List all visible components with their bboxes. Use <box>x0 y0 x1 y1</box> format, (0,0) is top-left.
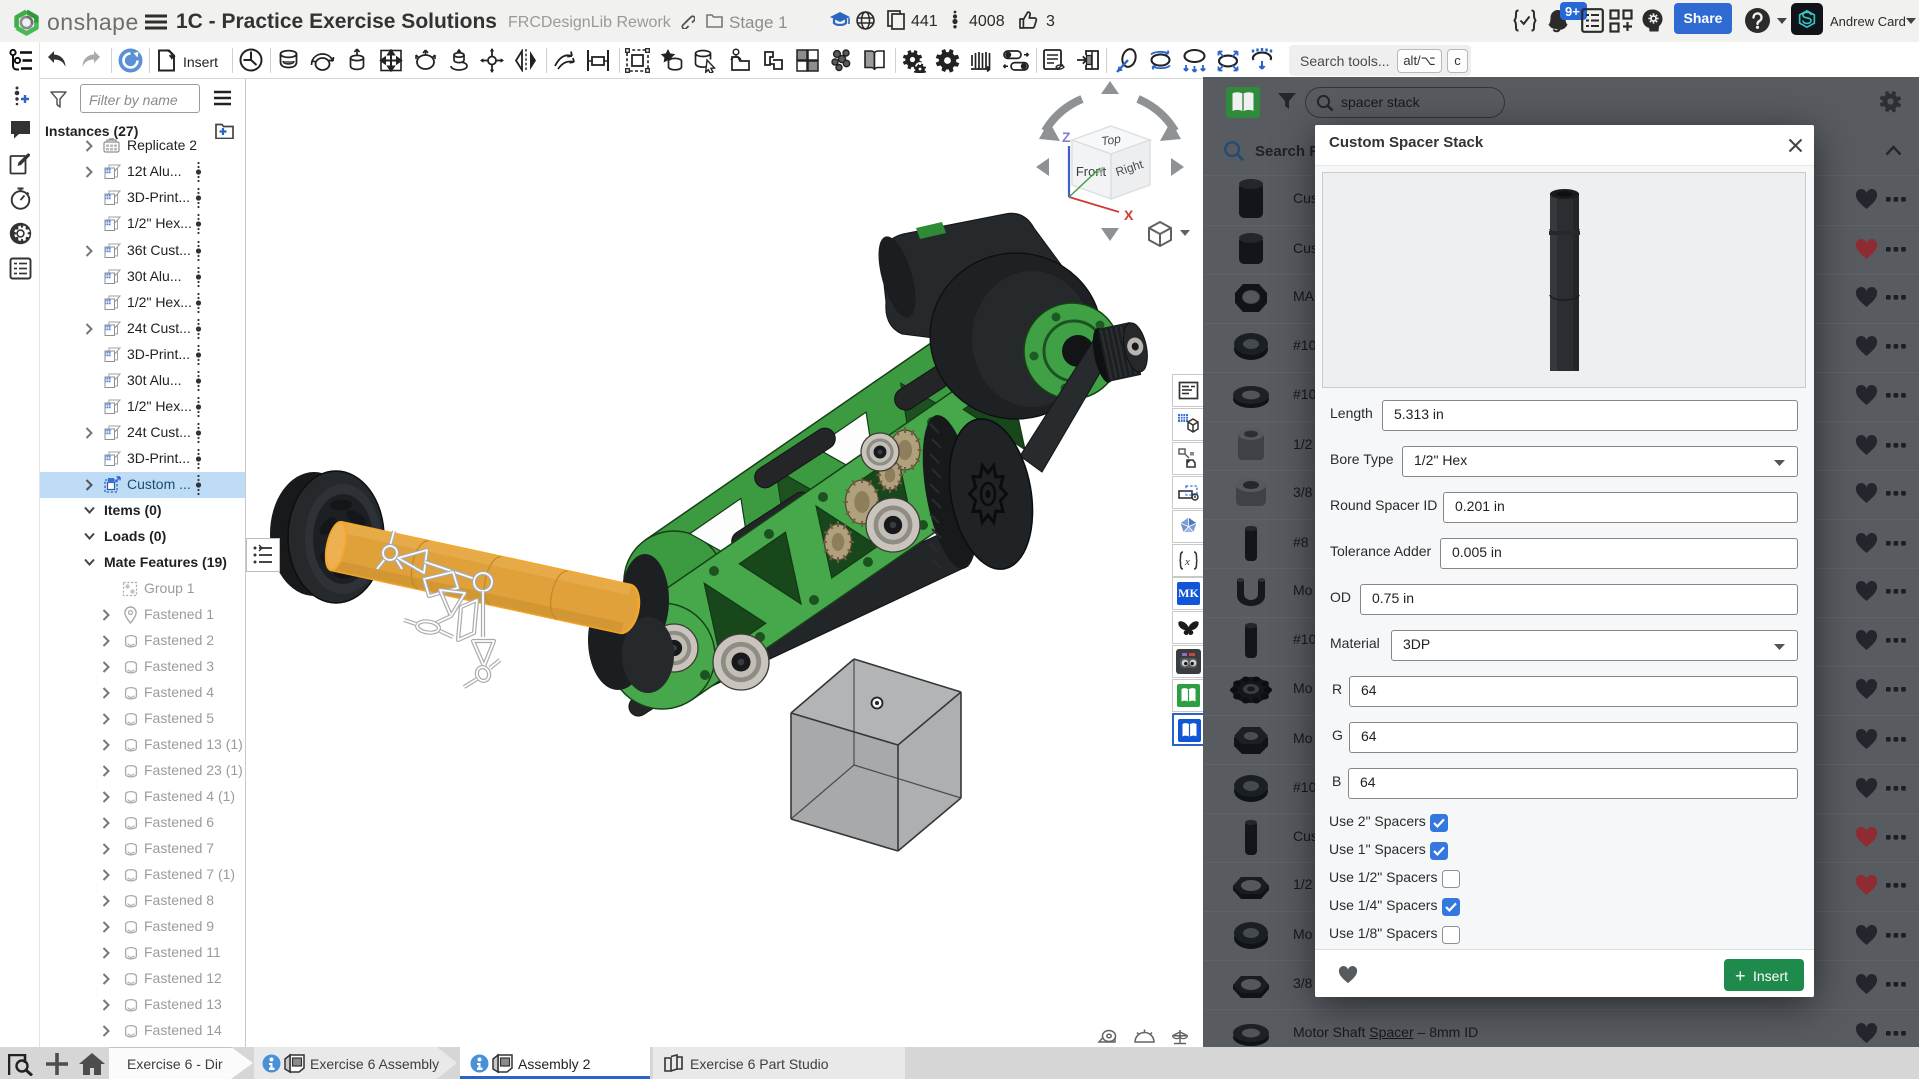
svg-text:X: X <box>1124 207 1134 223</box>
svg-text:x: x <box>1184 556 1190 568</box>
svg-text:Z: Z <box>1062 129 1071 145</box>
svg-text:Top: Top <box>1100 132 1122 149</box>
